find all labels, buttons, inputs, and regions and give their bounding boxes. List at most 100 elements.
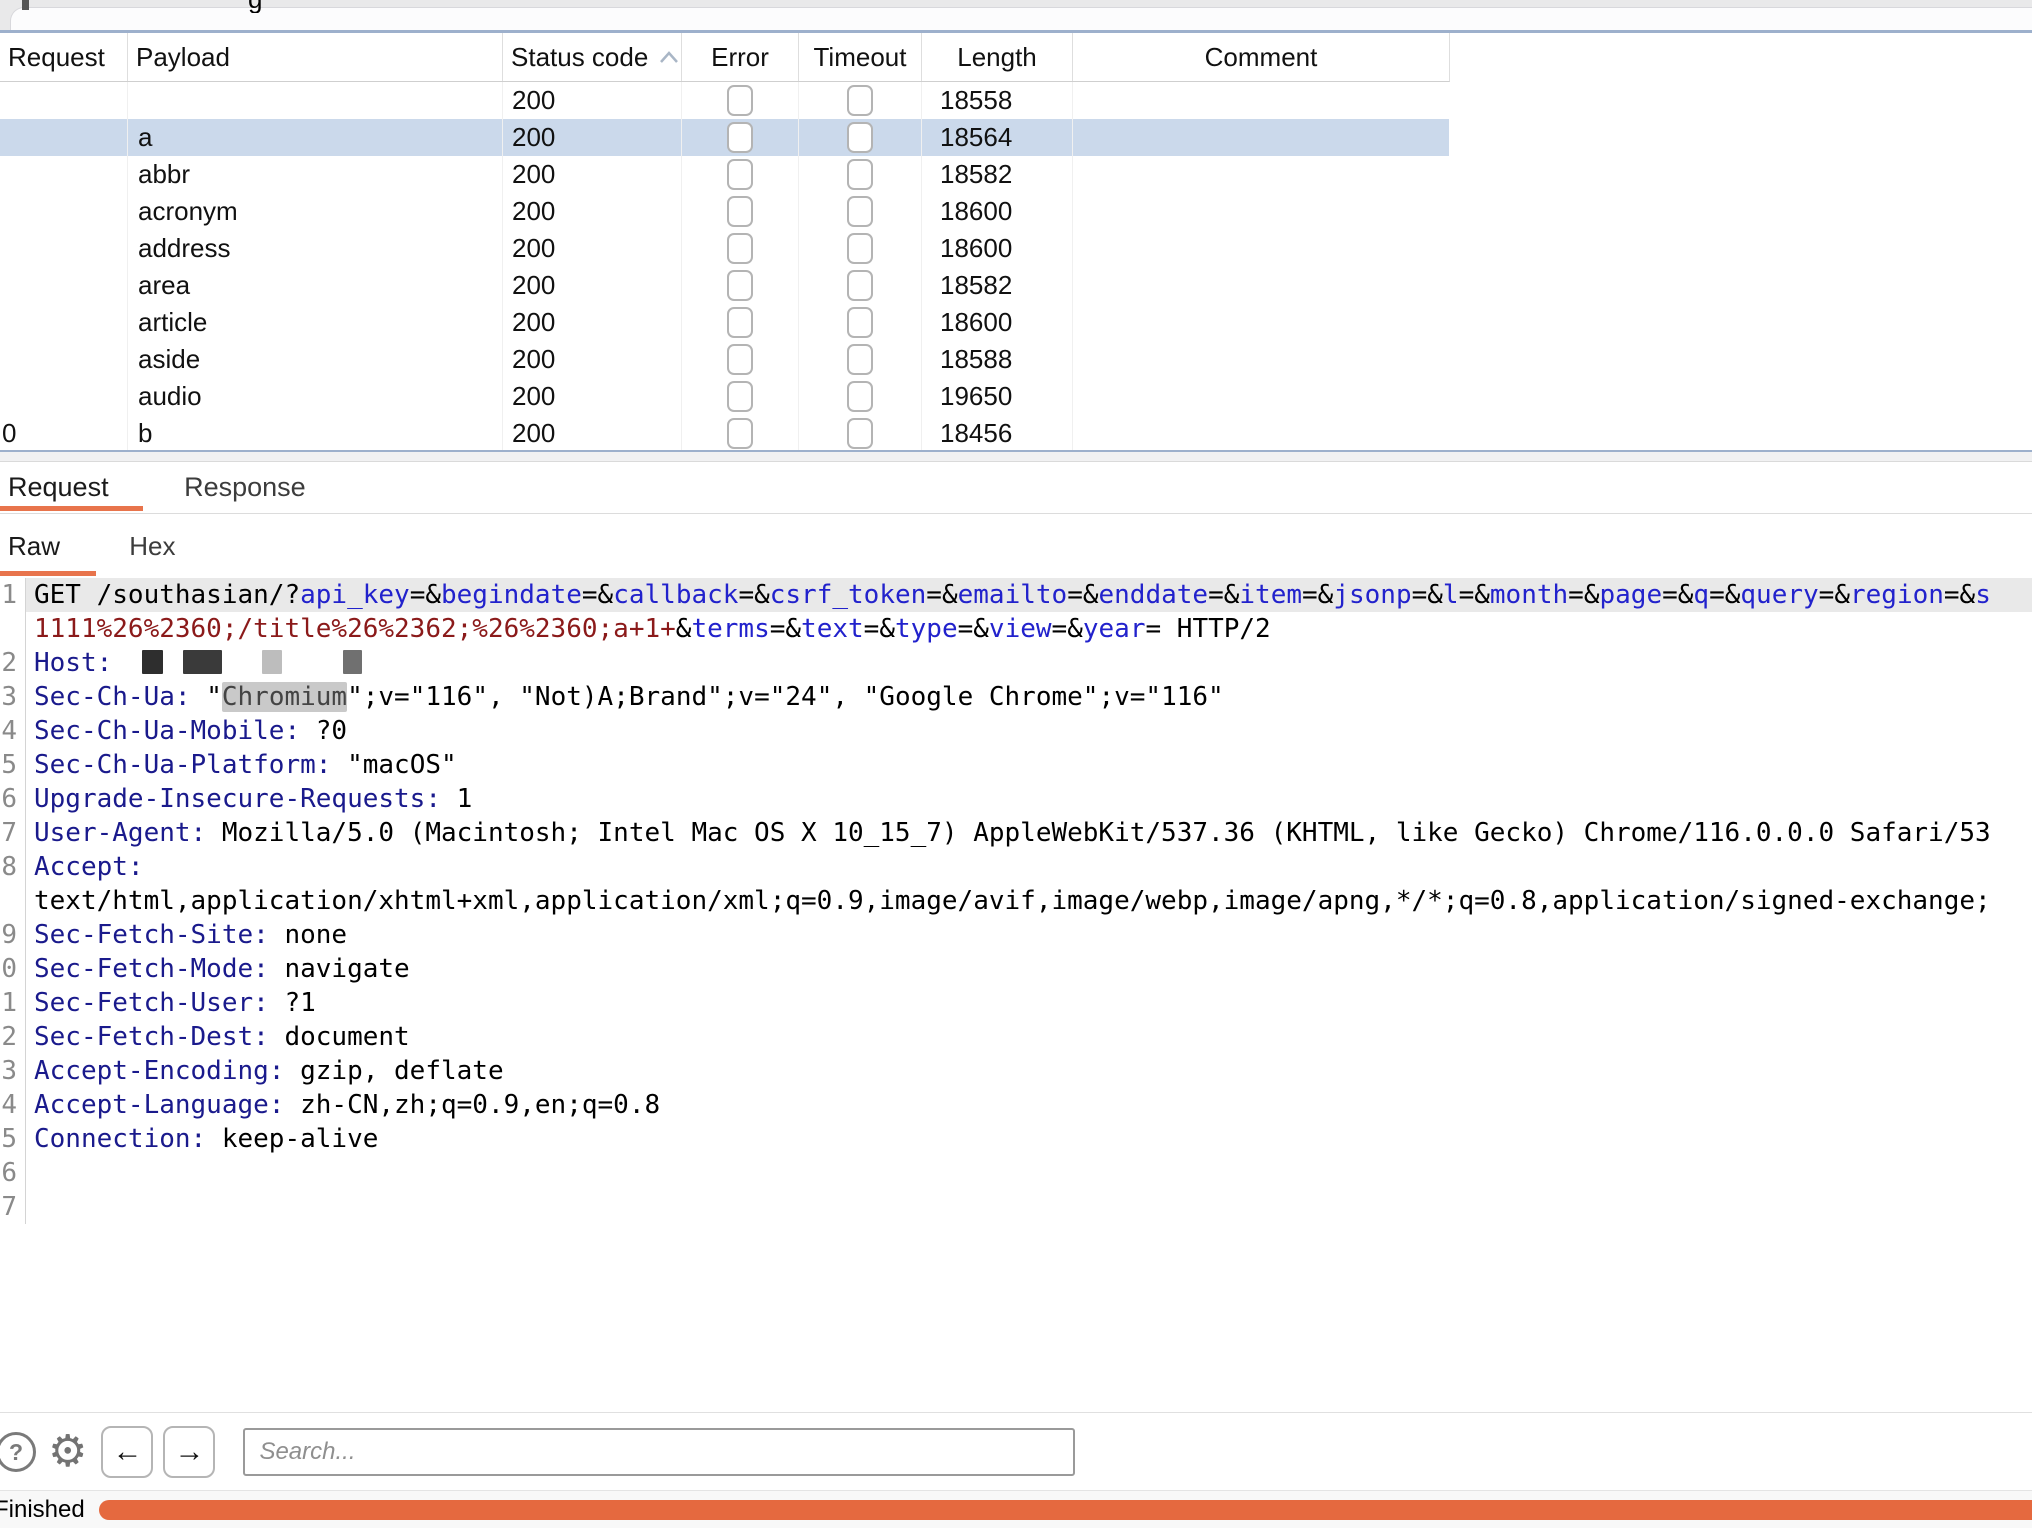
timeout-checkbox[interactable] (847, 381, 873, 412)
window-chrome-fragment: g (0, 0, 2032, 30)
help-icon[interactable]: ? (0, 1432, 36, 1472)
table-row[interactable]: a20018564 (0, 119, 1449, 156)
editor-line[interactable]: 2Sec-Fetch-Dest: document (0, 1020, 2032, 1054)
timeout-checkbox[interactable] (847, 270, 873, 301)
editor-line[interactable]: 6 (0, 1156, 2032, 1190)
column-header-payload[interactable]: Payload (128, 33, 503, 81)
editor-line[interactable]: 6Upgrade-Insecure-Requests: 1 (0, 782, 2032, 816)
forward-button[interactable]: → (163, 1426, 215, 1478)
table-row[interactable]: abbr20018582 (0, 156, 1449, 193)
editor-line[interactable]: 1Sec-Fetch-User: ?1 (0, 986, 2032, 1020)
results-body: 20018558a20018564abbr20018582acronym2001… (0, 82, 2032, 452)
column-header-comment[interactable]: Comment (1073, 33, 1449, 81)
error-checkbox[interactable] (727, 159, 753, 190)
line-number: 8 (0, 850, 26, 884)
editor-line[interactable]: 5Connection: keep-alive (0, 1122, 2032, 1156)
table-row[interactable]: aside20018588 (0, 341, 1449, 378)
error-checkbox[interactable] (727, 418, 753, 449)
status-code-cell: 200 (503, 378, 682, 415)
tab-response[interactable]: Response (176, 462, 340, 513)
tab-hex[interactable]: Hex (121, 514, 211, 578)
error-checkbox[interactable] (727, 307, 753, 338)
line-text: Sec-Fetch-Site: none (26, 918, 2032, 952)
error-checkbox[interactable] (727, 344, 753, 375)
error-checkbox[interactable] (727, 270, 753, 301)
sort-asc-icon (658, 50, 680, 64)
timeout-cell (799, 193, 922, 230)
editor-line[interactable]: 1111%26%2360;/title%26%2362;%26%2360;a+1… (0, 612, 2032, 646)
line-text (26, 1156, 2032, 1190)
timeout-checkbox[interactable] (847, 196, 873, 227)
line-number: 6 (0, 1156, 26, 1190)
comment-cell (1073, 378, 1449, 415)
line-number: 4 (0, 1088, 26, 1122)
tab-hex-label: Hex (129, 531, 175, 562)
tab-response-label: Response (184, 472, 306, 503)
editor-line[interactable]: 7User-Agent: Mozilla/5.0 (Macintosh; Int… (0, 816, 2032, 850)
tab-request[interactable]: Request (0, 462, 143, 513)
request-cell (0, 267, 128, 304)
editor-line[interactable]: 4Sec-Ch-Ua-Mobile: ?0 (0, 714, 2032, 748)
column-header-status-code[interactable]: Status code (503, 33, 682, 81)
back-button[interactable]: ← (101, 1426, 153, 1478)
editor-line[interactable]: 2Host: (0, 646, 2032, 680)
error-checkbox[interactable] (727, 381, 753, 412)
payload-cell: area (128, 267, 503, 304)
table-row[interactable]: acronym20018600 (0, 193, 1449, 230)
timeout-cell (799, 267, 922, 304)
payload-cell: abbr (128, 156, 503, 193)
column-header-request[interactable]: Request (0, 33, 128, 81)
table-row[interactable]: 0b20018456 (0, 415, 1449, 452)
column-header-error[interactable]: Error (682, 33, 799, 81)
column-header-timeout[interactable]: Timeout (799, 33, 922, 81)
timeout-checkbox[interactable] (847, 159, 873, 190)
gear-icon[interactable]: ⚙ (48, 1430, 87, 1474)
timeout-checkbox[interactable] (847, 122, 873, 153)
line-number (0, 612, 26, 646)
tab-raw[interactable]: Raw (0, 514, 96, 578)
error-checkbox[interactable] (727, 122, 753, 153)
error-checkbox[interactable] (727, 233, 753, 264)
error-checkbox[interactable] (727, 196, 753, 227)
status-code-cell: 200 (503, 341, 682, 378)
editor-line[interactable]: 8Accept: (0, 850, 2032, 884)
timeout-checkbox[interactable] (847, 344, 873, 375)
line-text (26, 1190, 2032, 1224)
editor-line[interactable]: 3Accept-Encoding: gzip, deflate (0, 1054, 2032, 1088)
line-number: 1 (0, 578, 26, 612)
clipped-title-glyph: g (248, 0, 278, 13)
timeout-checkbox[interactable] (847, 85, 873, 116)
line-text: Sec-Ch-Ua-Mobile: ?0 (26, 714, 2032, 748)
timeout-checkbox[interactable] (847, 418, 873, 449)
editor-line[interactable]: text/html,application/xhtml+xml,applicat… (0, 884, 2032, 918)
error-checkbox[interactable] (727, 85, 753, 116)
editor-line[interactable]: 7 (0, 1190, 2032, 1224)
line-number: 2 (0, 1020, 26, 1054)
timeout-cell (799, 119, 922, 156)
editor-line[interactable]: 9Sec-Fetch-Site: none (0, 918, 2032, 952)
panel-divider[interactable] (0, 450, 2032, 462)
table-row[interactable]: audio20019650 (0, 378, 1449, 415)
line-number: 5 (0, 748, 26, 782)
table-row[interactable]: article20018600 (0, 304, 1449, 341)
search-input[interactable] (243, 1428, 1075, 1476)
editor-line[interactable]: 3Sec-Ch-Ua: "Chromium";v="116", "Not)A;B… (0, 680, 2032, 714)
line-text: 1111%26%2360;/title%26%2362;%26%2360;a+1… (26, 612, 2032, 646)
editor-line[interactable]: 0Sec-Fetch-Mode: navigate (0, 952, 2032, 986)
line-number: 7 (0, 1190, 26, 1224)
editor-line[interactable]: 1GET /southasian/?api_key=&begindate=&ca… (0, 578, 2032, 612)
table-row[interactable]: area20018582 (0, 267, 1449, 304)
line-text: Accept-Encoding: gzip, deflate (26, 1054, 2032, 1088)
timeout-checkbox[interactable] (847, 307, 873, 338)
timeout-checkbox[interactable] (847, 233, 873, 264)
progress-bar (99, 1500, 2032, 1520)
editor-line[interactable]: 5Sec-Ch-Ua-Platform: "macOS" (0, 748, 2032, 782)
editor-line[interactable]: 4Accept-Language: zh-CN,zh;q=0.9,en;q=0.… (0, 1088, 2032, 1122)
column-label: Request (8, 42, 105, 73)
column-header-length[interactable]: Length (922, 33, 1073, 81)
length-cell: 18582 (922, 156, 1073, 193)
request-editor[interactable]: 1GET /southasian/?api_key=&begindate=&ca… (0, 578, 2032, 1412)
line-number: 7 (0, 816, 26, 850)
table-row[interactable]: address20018600 (0, 230, 1449, 267)
table-row[interactable]: 20018558 (0, 82, 1449, 119)
